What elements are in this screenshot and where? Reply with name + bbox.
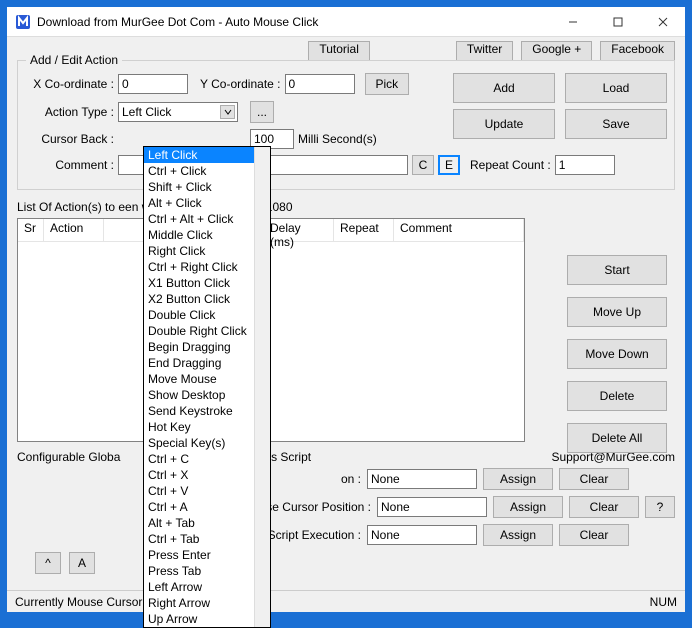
delete-button[interactable]: Delete [567, 381, 667, 411]
maximize-button[interactable] [595, 7, 640, 37]
comment-label: Comment : [26, 158, 114, 172]
dropdown-option[interactable]: Left Arrow [144, 579, 270, 595]
add-button[interactable]: Add [453, 73, 555, 103]
a-button[interactable]: A [69, 552, 95, 574]
cursor-back-label: Cursor Back : [26, 132, 114, 146]
clear3-button[interactable]: Clear [559, 524, 629, 546]
dropdown-option[interactable]: Left Click [144, 147, 270, 163]
dropdown-option[interactable]: Press Tab [144, 563, 270, 579]
actions-table[interactable]: Sr Action ck Delay (ms) Repeat Comment [17, 218, 525, 442]
c-button[interactable]: C [412, 155, 434, 175]
dropdown-option[interactable]: Ctrl + V [144, 483, 270, 499]
dropdown-option[interactable]: Ctrl + Alt + Click [144, 211, 270, 227]
hotkey2-input[interactable] [377, 497, 487, 517]
dropdown-option[interactable]: Ctrl + Right Click [144, 259, 270, 275]
dropdown-option[interactable]: Begin Dragging [144, 339, 270, 355]
delete-all-button[interactable]: Delete All [567, 423, 667, 453]
dropdown-option[interactable]: End Dragging [144, 355, 270, 371]
clear2-button[interactable]: Clear [569, 496, 639, 518]
ms-label: Milli Second(s) [298, 132, 377, 146]
caret-button[interactable]: ^ [35, 552, 61, 574]
th-delay[interactable]: Delay (ms) [264, 219, 334, 241]
dropdown-option[interactable]: Up Arrow [144, 611, 270, 627]
y-coord-label: Y Co-ordinate : [200, 77, 281, 91]
dropdown-option[interactable]: Press Enter [144, 547, 270, 563]
hotkey1-input[interactable] [367, 469, 477, 489]
dropdown-option[interactable]: Shift + Click [144, 179, 270, 195]
assign1-button[interactable]: Assign [483, 468, 553, 490]
repeat-count-label: Repeat Count : [470, 158, 551, 172]
dropdown-option[interactable]: Right Arrow [144, 595, 270, 611]
th-sr[interactable]: Sr [18, 219, 44, 241]
minimize-button[interactable] [550, 7, 595, 37]
move-down-button[interactable]: Move Down [567, 339, 667, 369]
dropdown-option[interactable]: Double Right Click [144, 323, 270, 339]
help-button[interactable]: ? [645, 496, 675, 518]
list-buttons: Start Move Up Move Down Delete Delete Al… [567, 255, 667, 453]
action-type-combo[interactable]: Left Click [118, 102, 238, 122]
start-button[interactable]: Start [567, 255, 667, 285]
dropdown-option[interactable]: Ctrl + C [144, 451, 270, 467]
dropdown-scrollbar[interactable] [254, 147, 270, 627]
assign2-button[interactable]: Assign [493, 496, 563, 518]
dropdown-option[interactable]: Right Click [144, 243, 270, 259]
dropdown-option[interactable]: X1 Button Click [144, 275, 270, 291]
dropdown-option[interactable]: Ctrl + X [144, 467, 270, 483]
status-bar: Currently Mouse Cursor At X = 998, Y = 3… [7, 590, 685, 612]
th-repeat[interactable]: Repeat [334, 219, 394, 241]
pick-button[interactable]: Pick [365, 73, 410, 95]
dropdown-option[interactable]: Send Keystroke [144, 403, 270, 419]
action-type-label: Action Type : [26, 105, 114, 119]
right-button-column: Add Load Update Save [453, 73, 667, 139]
dropdown-option[interactable]: Alt + Tab [144, 515, 270, 531]
assign3-button[interactable]: Assign [483, 524, 553, 546]
action-type-value: Left Click [122, 105, 171, 119]
th-action[interactable]: Action [44, 219, 104, 241]
repeat-count-input[interactable] [555, 155, 615, 175]
dropdown-option[interactable]: X2 Button Click [144, 291, 270, 307]
titlebar: Download from MurGee Dot Com - Auto Mous… [7, 7, 685, 37]
dropdown-option[interactable]: Ctrl + Click [144, 163, 270, 179]
y-coord-input[interactable] [285, 74, 355, 94]
config-label-left: Configurable Globa [17, 450, 120, 464]
load-button[interactable]: Load [565, 73, 667, 103]
x-coord-label: X Co-ordinate : [26, 77, 114, 91]
e-button[interactable]: E [438, 155, 460, 175]
content-area: Tutorial Twitter Google + Facebook Add /… [7, 37, 685, 590]
action-type-more-button[interactable]: ... [250, 101, 274, 123]
add-edit-legend: Add / Edit Action [26, 53, 122, 67]
action-type-dropdown[interactable]: Left ClickCtrl + ClickShift + ClickAlt +… [143, 146, 271, 628]
dropdown-option[interactable]: Hot Key [144, 419, 270, 435]
dropdown-option[interactable]: Special Key(s) [144, 435, 270, 451]
update-button[interactable]: Update [453, 109, 555, 139]
app-icon [15, 14, 31, 30]
app-window: Download from MurGee Dot Com - Auto Mous… [6, 6, 686, 613]
dropdown-option[interactable]: Middle Click [144, 227, 270, 243]
dropdown-option[interactable]: Show Desktop [144, 387, 270, 403]
x-coord-input[interactable] [118, 74, 188, 94]
dropdown-option[interactable]: Move Mouse [144, 371, 270, 387]
close-button[interactable] [640, 7, 685, 37]
dropdown-option[interactable]: Ctrl + Tab [144, 531, 270, 547]
list-label: List Of Action(s) to een with Resolution… [17, 200, 675, 214]
save-button[interactable]: Save [565, 109, 667, 139]
status-num: NUM [650, 595, 677, 609]
window-title: Download from MurGee Dot Com - Auto Mous… [37, 15, 550, 29]
dropdown-option[interactable]: Ctrl + A [144, 499, 270, 515]
hotkey3-input[interactable] [367, 525, 477, 545]
dropdown-option[interactable]: Double Click [144, 307, 270, 323]
clear1-button[interactable]: Clear [559, 468, 629, 490]
dropdown-option[interactable]: Alt + Click [144, 195, 270, 211]
move-up-button[interactable]: Move Up [567, 297, 667, 327]
th-comment[interactable]: Comment [394, 219, 524, 241]
table-header: Sr Action ck Delay (ms) Repeat Comment [18, 219, 524, 242]
chevron-down-icon [220, 105, 235, 119]
